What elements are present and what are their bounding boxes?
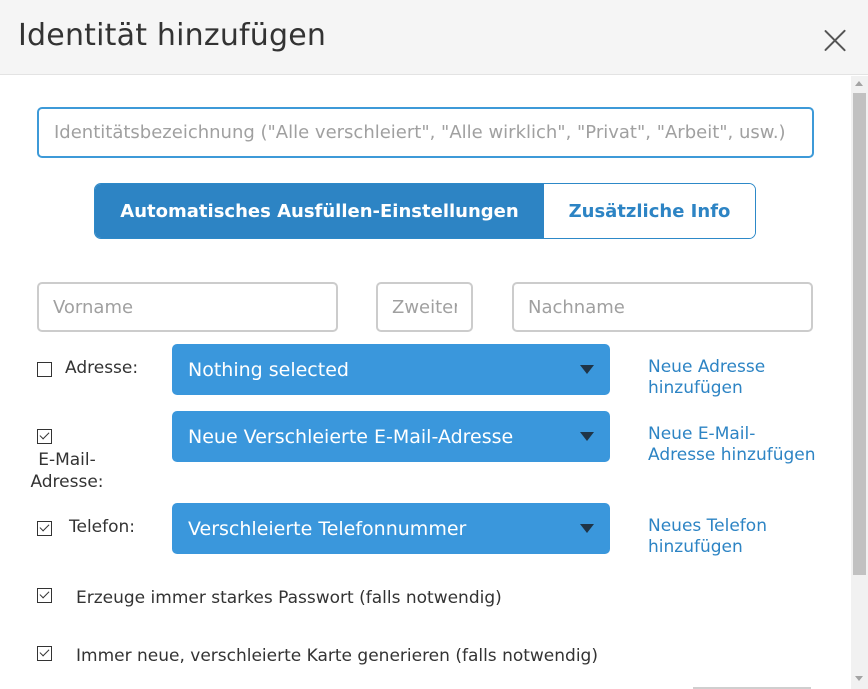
chevron-down-icon (580, 524, 594, 533)
add-email-link[interactable]: Neue E-Mail-Adresse hinzufügen (648, 424, 818, 466)
email-checkbox[interactable] (37, 429, 52, 444)
address-select[interactable]: Nothing selected (172, 344, 610, 395)
add-address-link[interactable]: Neue Adresse hinzufügen (648, 357, 818, 399)
tab-bar: Automatisches Ausfüllen-Einstellungen Zu… (94, 183, 756, 239)
identity-name-input[interactable] (37, 107, 814, 158)
first-name-input[interactable] (37, 282, 338, 332)
add-phone-link[interactable]: Neues Telefon hinzufügen (648, 516, 818, 558)
strong-password-label: Erzeuge immer starkes Passwort (falls no… (76, 588, 502, 608)
masked-card-checkbox[interactable] (37, 646, 52, 661)
phone-checkbox[interactable] (37, 521, 52, 536)
tab-autofill-settings[interactable]: Automatisches Ausfüllen-Einstellungen (95, 184, 544, 238)
dialog-title: Identität hinzufügen (18, 18, 327, 53)
email-select-value: Neue Verschleierte E-Mail-Adresse (188, 425, 514, 448)
chevron-down-icon (580, 432, 594, 441)
chevron-down-icon (580, 365, 594, 374)
masked-card-label: Immer neue, verschleierte Karte generier… (76, 646, 598, 666)
phone-select[interactable]: Verschleierte Telefonnummer (172, 503, 610, 554)
phone-select-value: Verschleierte Telefonnummer (188, 517, 467, 540)
dialog-header: Identität hinzufügen (0, 0, 868, 75)
address-label: Adresse: (65, 358, 139, 378)
phone-label: Telefon: (69, 517, 136, 537)
close-icon[interactable] (820, 25, 850, 55)
tab-additional-info[interactable]: Zusätzliche Info (544, 184, 755, 238)
address-checkbox[interactable] (37, 362, 52, 377)
email-select[interactable]: Neue Verschleierte E-Mail-Adresse (172, 411, 610, 462)
email-label: E-Mail-Adresse: (30, 450, 104, 492)
last-name-input[interactable] (512, 282, 813, 332)
strong-password-checkbox[interactable] (37, 588, 52, 603)
middle-name-input[interactable] (376, 282, 473, 332)
scroll-down-icon[interactable] (855, 676, 863, 681)
scroll-up-icon[interactable] (855, 81, 863, 86)
address-select-value: Nothing selected (188, 358, 349, 381)
scrollbar-thumb[interactable] (853, 93, 866, 575)
